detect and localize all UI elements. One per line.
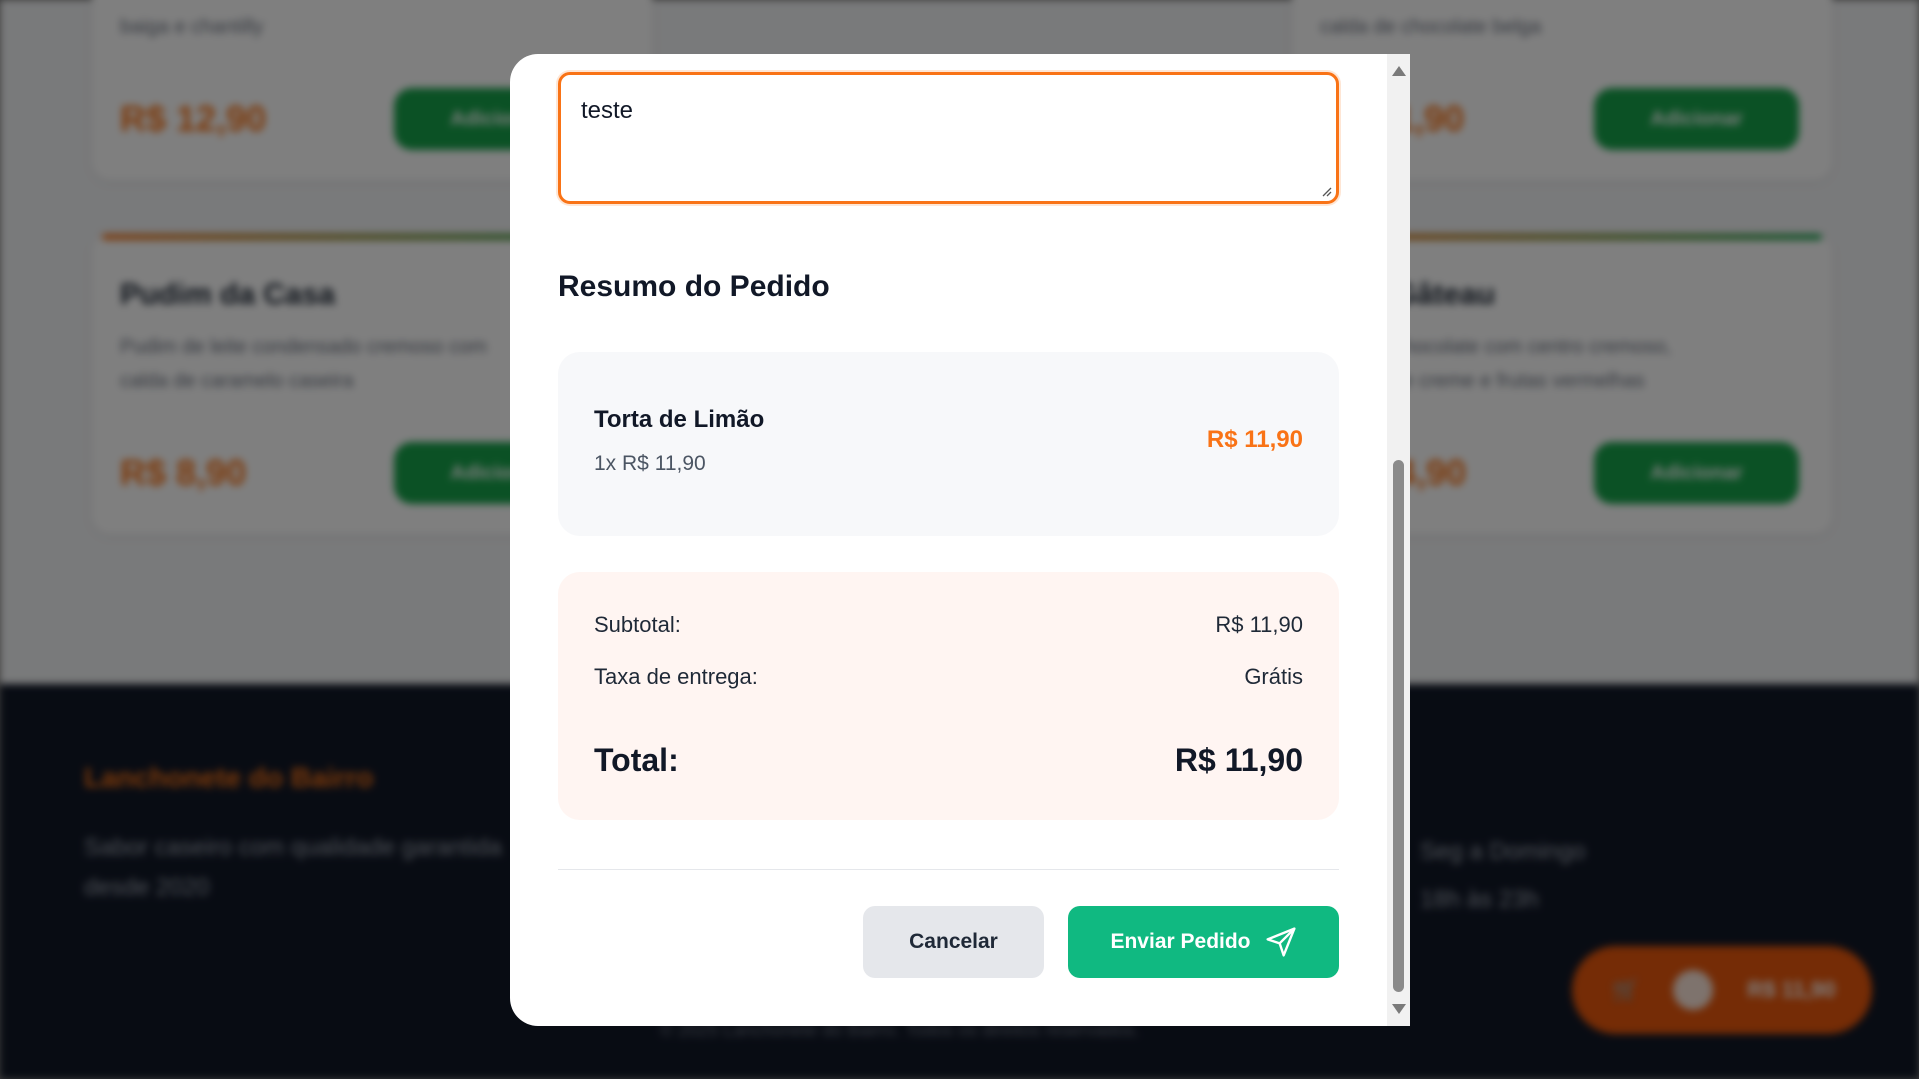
subtotal-row: Subtotal: R$ 11,90 xyxy=(594,612,1303,638)
scroll-up-arrow-icon[interactable] xyxy=(1392,66,1406,76)
order-totals: Subtotal: R$ 11,90 Taxa de entrega: Grát… xyxy=(558,572,1339,820)
modal-scrollbar[interactable] xyxy=(1387,54,1410,1026)
scroll-down-arrow-icon[interactable] xyxy=(1392,1004,1406,1014)
order-item-name: Torta de Limão xyxy=(594,406,765,433)
order-modal: teste Resumo do Pedido Torta de Limão 1x… xyxy=(510,54,1410,1026)
cancel-button[interactable]: Cancelar xyxy=(863,906,1044,978)
order-item: Torta de Limão 1x R$ 11,90 R$ 11,90 xyxy=(558,352,1339,536)
delivery-fee-label: Taxa de entrega: xyxy=(594,664,758,689)
order-item-price: R$ 11,90 xyxy=(1206,426,1303,453)
subtotal-value: R$ 11,90 xyxy=(1215,612,1303,637)
total-value: R$ 11,90 xyxy=(1174,742,1303,778)
modal-footer-divider xyxy=(558,869,1339,870)
send-order-label: Enviar Pedido xyxy=(1110,930,1251,953)
subtotal-label: Subtotal: xyxy=(594,612,681,637)
delivery-fee-value: Grátis xyxy=(1244,664,1303,689)
paper-plane-icon xyxy=(1265,927,1296,957)
send-order-button[interactable]: Enviar Pedido xyxy=(1068,906,1339,978)
total-label: Total: xyxy=(594,742,679,778)
delivery-fee-row: Taxa de entrega: Grátis xyxy=(594,664,1303,690)
order-notes-value: teste xyxy=(581,97,634,124)
resize-grip-icon[interactable] xyxy=(1320,185,1332,197)
total-row: Total: R$ 11,90 xyxy=(594,742,1303,779)
order-summary-title: Resumo do Pedido xyxy=(558,270,830,303)
order-notes-textarea[interactable]: teste xyxy=(558,72,1339,204)
order-item-quantity: 1x R$ 11,90 xyxy=(594,452,706,475)
scrollbar-thumb[interactable] xyxy=(1393,460,1404,992)
